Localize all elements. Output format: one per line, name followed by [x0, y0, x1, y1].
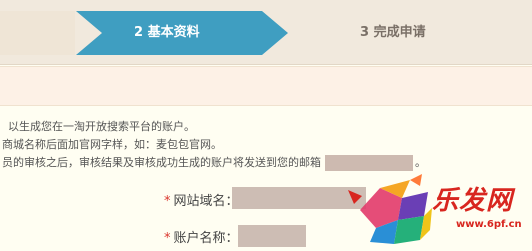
account-name-label: 账户名称： [173, 231, 239, 246]
watermark-url: www.6pf.cn [456, 219, 522, 230]
instruction-line-1: 以生成您在一淘开放搜索平台的账户。 [8, 120, 195, 133]
site-domain-label: 网站域名： [173, 194, 239, 209]
account-name-row: * 账户名称： [164, 227, 239, 246]
required-mark: * [164, 231, 171, 246]
step-basic-info-label: 2 基本资料 [134, 25, 200, 40]
instruction-line-3-end: 。 [415, 156, 426, 169]
required-mark: * [164, 194, 171, 209]
step-complete-application: 3 完成申请 [290, 11, 532, 55]
watermark-text: 乐发网 [432, 186, 514, 216]
step-previous [0, 11, 75, 55]
redacted-email [325, 155, 413, 171]
step-complete-label: 3 完成申请 [360, 25, 426, 40]
account-name-input[interactable] [238, 225, 306, 247]
step-basic-info: 2 基本资料 [76, 11, 288, 55]
instruction-line-2: 商城名称后面加官网字样，如：麦包包官网。 [2, 138, 222, 151]
instruction-line-3-text: 员的审核之后，审核结果及审核成功生成的账户将发送到您的邮箱 [2, 156, 321, 169]
notice-strip [0, 66, 532, 106]
step-bar: 2 基本资料 3 完成申请 [0, 0, 532, 65]
instructions: 以生成您在一淘开放搜索平台的账户。 商城名称后面加官网字样，如：麦包包官网。 员… [0, 118, 532, 172]
site-domain-row: * 网站域名： [164, 190, 239, 209]
